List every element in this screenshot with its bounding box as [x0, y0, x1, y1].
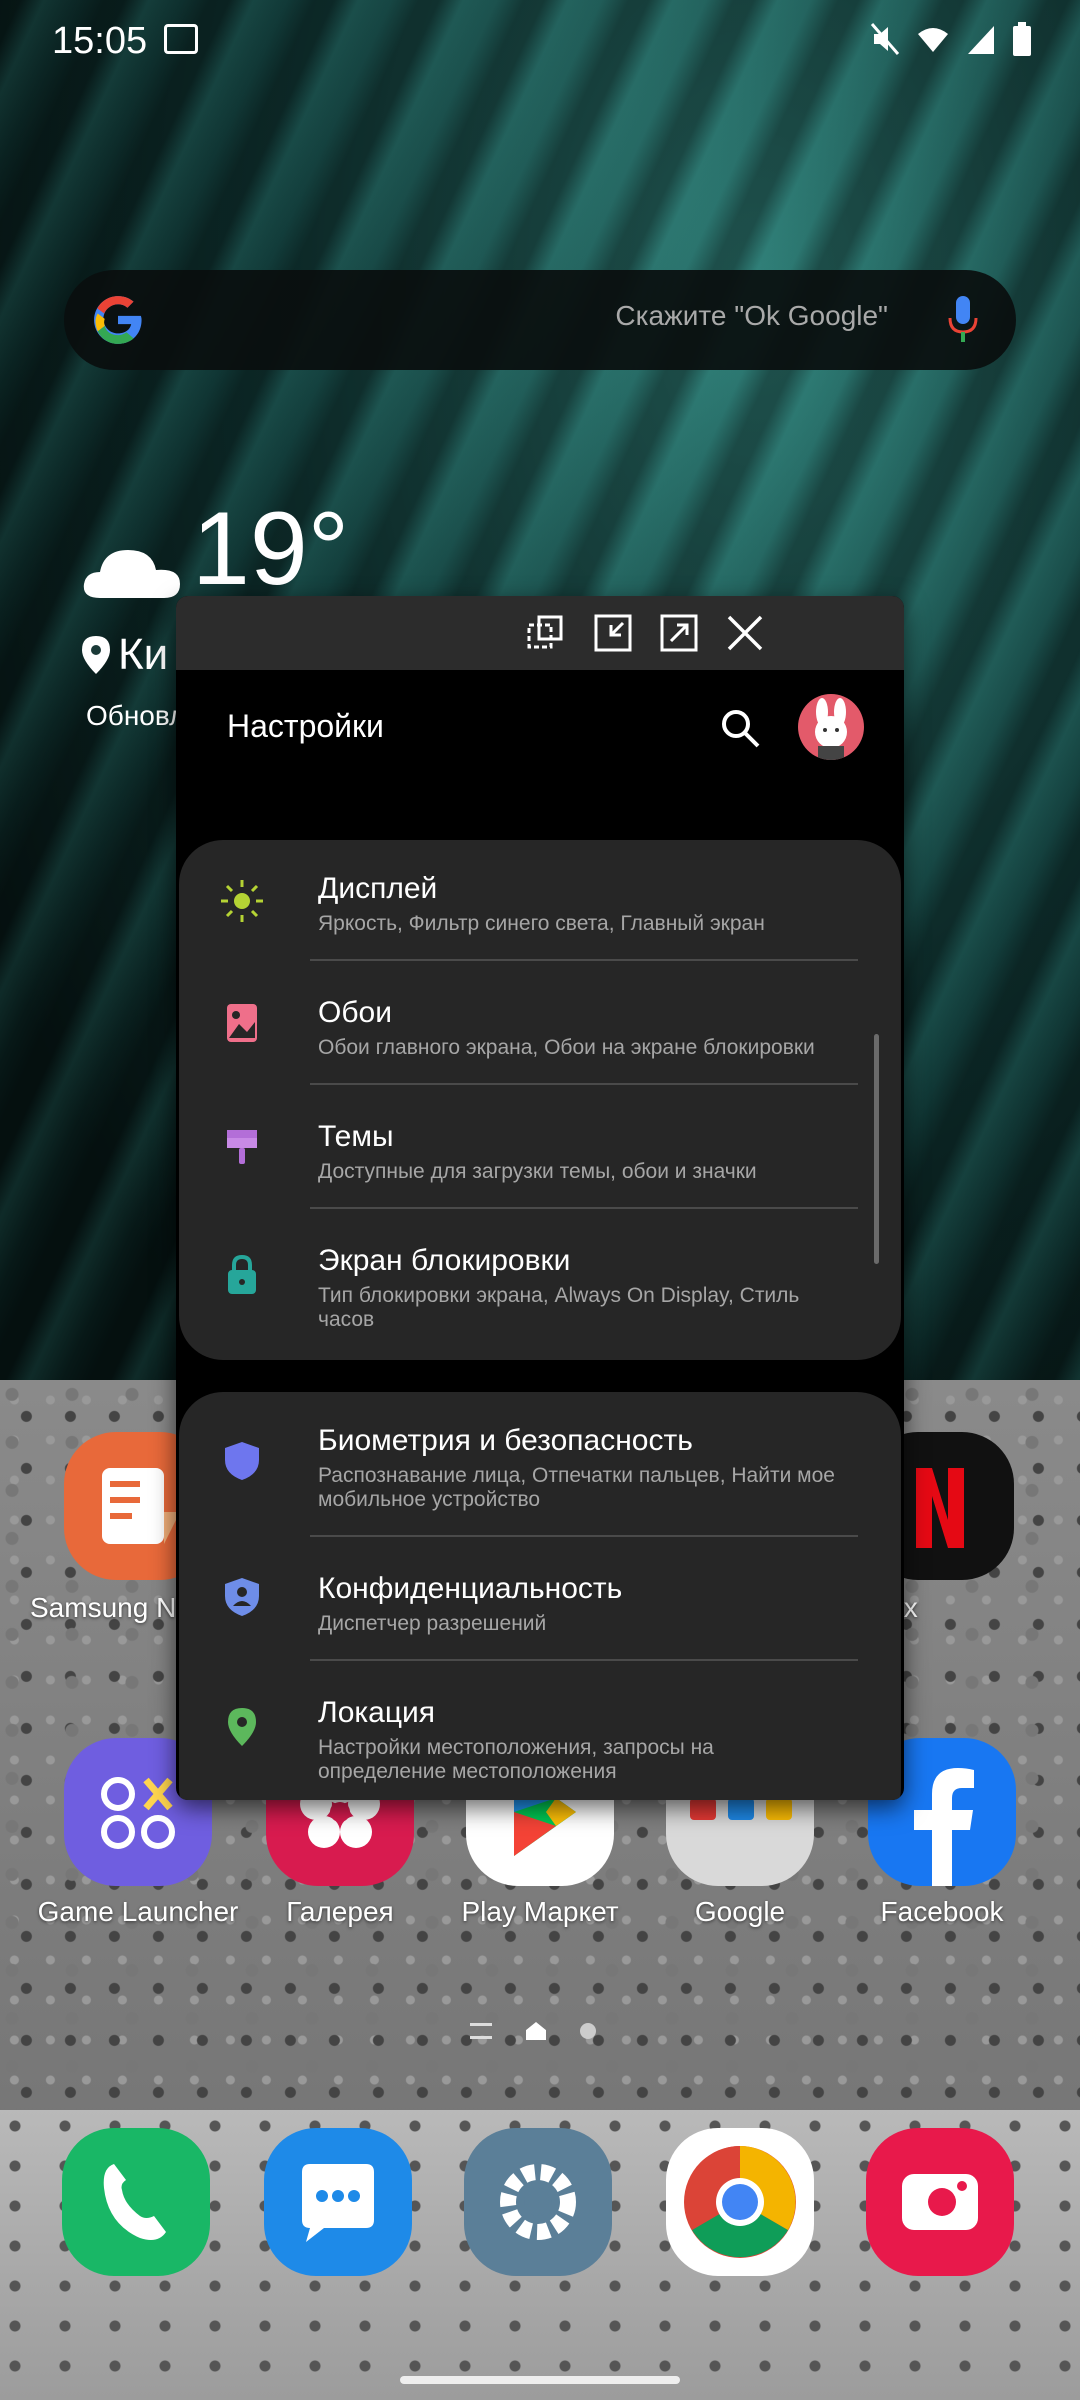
chrome-icon — [684, 2146, 796, 2258]
item-title: Биометрия и безопасность — [318, 1424, 693, 1457]
search-icon[interactable] — [718, 706, 762, 750]
page-title: Настройки — [227, 708, 384, 744]
item-subtitle: Настройки местоположения, запросы на опр… — [318, 1736, 714, 1783]
item-subtitle: Яркость, Фильтр синего света, Главный эк… — [318, 912, 765, 935]
gesture-handle[interactable] — [400, 2376, 680, 2384]
google-logo-icon — [94, 296, 142, 344]
gear-icon — [500, 2164, 576, 2240]
image-icon — [164, 24, 198, 54]
settings-item-privacy[interactable]: Конфиденциальность Диспетчер разрешений — [179, 1540, 901, 1664]
wifi-icon — [918, 28, 948, 52]
city-name: Ки — [118, 630, 169, 679]
location-pin-icon — [82, 636, 110, 674]
app-label: Google — [694, 1896, 786, 1927]
privacy-icon — [225, 1578, 259, 1616]
item-subtitle: Тип блокировки экрана, Always On Display… — [318, 1284, 800, 1331]
camera-app[interactable] — [866, 2128, 1014, 2276]
status-bar: 15:05 — [0, 0, 1080, 80]
settings-popup-window: Настройки Дисплей Яркость, Фильтр синего… — [176, 596, 904, 1800]
status-icons — [870, 22, 1032, 56]
scrollbar[interactable] — [874, 1034, 879, 1264]
cloud-icon — [83, 550, 180, 598]
shield-icon — [225, 1442, 259, 1480]
bunny-avatar-icon — [815, 698, 847, 760]
phone-icon — [103, 2164, 166, 2240]
weather-updated: Обновл — [86, 700, 186, 731]
item-title: Темы — [318, 1120, 394, 1153]
split-screen-icon — [527, 615, 563, 649]
messages-app[interactable] — [264, 2128, 412, 2276]
avatar[interactable] — [798, 694, 864, 760]
signal-icon — [968, 26, 994, 54]
app-label: Facebook — [880, 1896, 1004, 1927]
settings-header: Настройки — [176, 670, 904, 780]
temperature: 19° — [192, 491, 350, 607]
page-indicator[interactable] — [470, 2022, 596, 2040]
settings-item-themes[interactable]: Темы Доступные для загрузки темы, обои и… — [179, 1088, 901, 1212]
settings-item-biometrics[interactable]: Биометрия и безопасность Распознавание л… — [179, 1392, 901, 1540]
split-screen-button[interactable] — [522, 610, 568, 656]
settings-group-security: Биометрия и безопасность Распознавание л… — [179, 1392, 901, 1800]
battery-icon — [1013, 22, 1031, 56]
lock-icon — [228, 1254, 256, 1294]
app-label: Play Маркет — [461, 1896, 619, 1927]
item-title: Дисплей — [318, 872, 438, 905]
settings-group-display: Дисплей Яркость, Фильтр синего света, Гл… — [179, 840, 901, 1360]
app-label: Game Launcher — [37, 1896, 239, 1927]
divider — [310, 1659, 858, 1661]
popup-toolbar — [176, 596, 904, 670]
mute-icon — [870, 23, 900, 55]
item-subtitle: Доступные для загрузки темы, обои и знач… — [318, 1160, 757, 1183]
settings-item-wallpaper[interactable]: Обои Обои главного экрана, Обои на экран… — [179, 964, 901, 1088]
settings-app[interactable] — [464, 2128, 612, 2276]
close-button[interactable] — [722, 610, 768, 656]
maximize-icon — [660, 614, 698, 652]
paintbrush-icon — [227, 1130, 257, 1164]
search-hint: Скажите "Ok Google" — [615, 300, 888, 331]
sun-icon — [221, 880, 263, 922]
minimize-icon — [594, 614, 632, 652]
home-icon — [526, 2022, 546, 2040]
camera-icon — [902, 2174, 978, 2230]
item-subtitle: Распознавание лица, Отпечатки пальцев, Н… — [318, 1464, 835, 1511]
status-time: 15:05 — [52, 20, 148, 62]
chrome-app[interactable] — [666, 2128, 814, 2276]
close-icon — [727, 615, 763, 651]
message-icon — [302, 2164, 374, 2242]
item-subtitle: Диспетчер разрешений — [318, 1612, 547, 1635]
divider — [310, 1535, 858, 1537]
settings-item-lock-screen[interactable]: Экран блокировки Тип блокировки экрана, … — [179, 1212, 901, 1360]
wallpaper-icon — [227, 1004, 257, 1042]
city: Ки — [82, 630, 168, 680]
phone-app[interactable] — [62, 2128, 210, 2276]
settings-item-location[interactable]: Локация Настройки местоположения, запрос… — [179, 1664, 901, 1800]
divider — [310, 959, 858, 961]
minimize-button[interactable] — [590, 610, 636, 656]
item-title: Конфиденциальность — [318, 1572, 623, 1605]
location-icon — [228, 1708, 256, 1746]
page-dot — [580, 2023, 596, 2039]
item-subtitle: Обои главного экрана, Обои на экране бло… — [318, 1036, 815, 1059]
divider — [310, 1083, 858, 1085]
settings-item-display[interactable]: Дисплей Яркость, Фильтр синего света, Гл… — [179, 840, 901, 964]
google-search-widget[interactable]: Скажите "Ok Google" — [64, 270, 1016, 370]
app-label: Галерея — [286, 1896, 394, 1927]
item-title: Экран блокировки — [318, 1244, 571, 1277]
menu-lines-icon — [470, 2023, 492, 2039]
microphone-icon[interactable] — [946, 294, 980, 346]
item-title: Обои — [318, 996, 392, 1029]
divider — [310, 1207, 858, 1209]
item-title: Локация — [318, 1696, 436, 1729]
maximize-button[interactable] — [656, 610, 702, 656]
